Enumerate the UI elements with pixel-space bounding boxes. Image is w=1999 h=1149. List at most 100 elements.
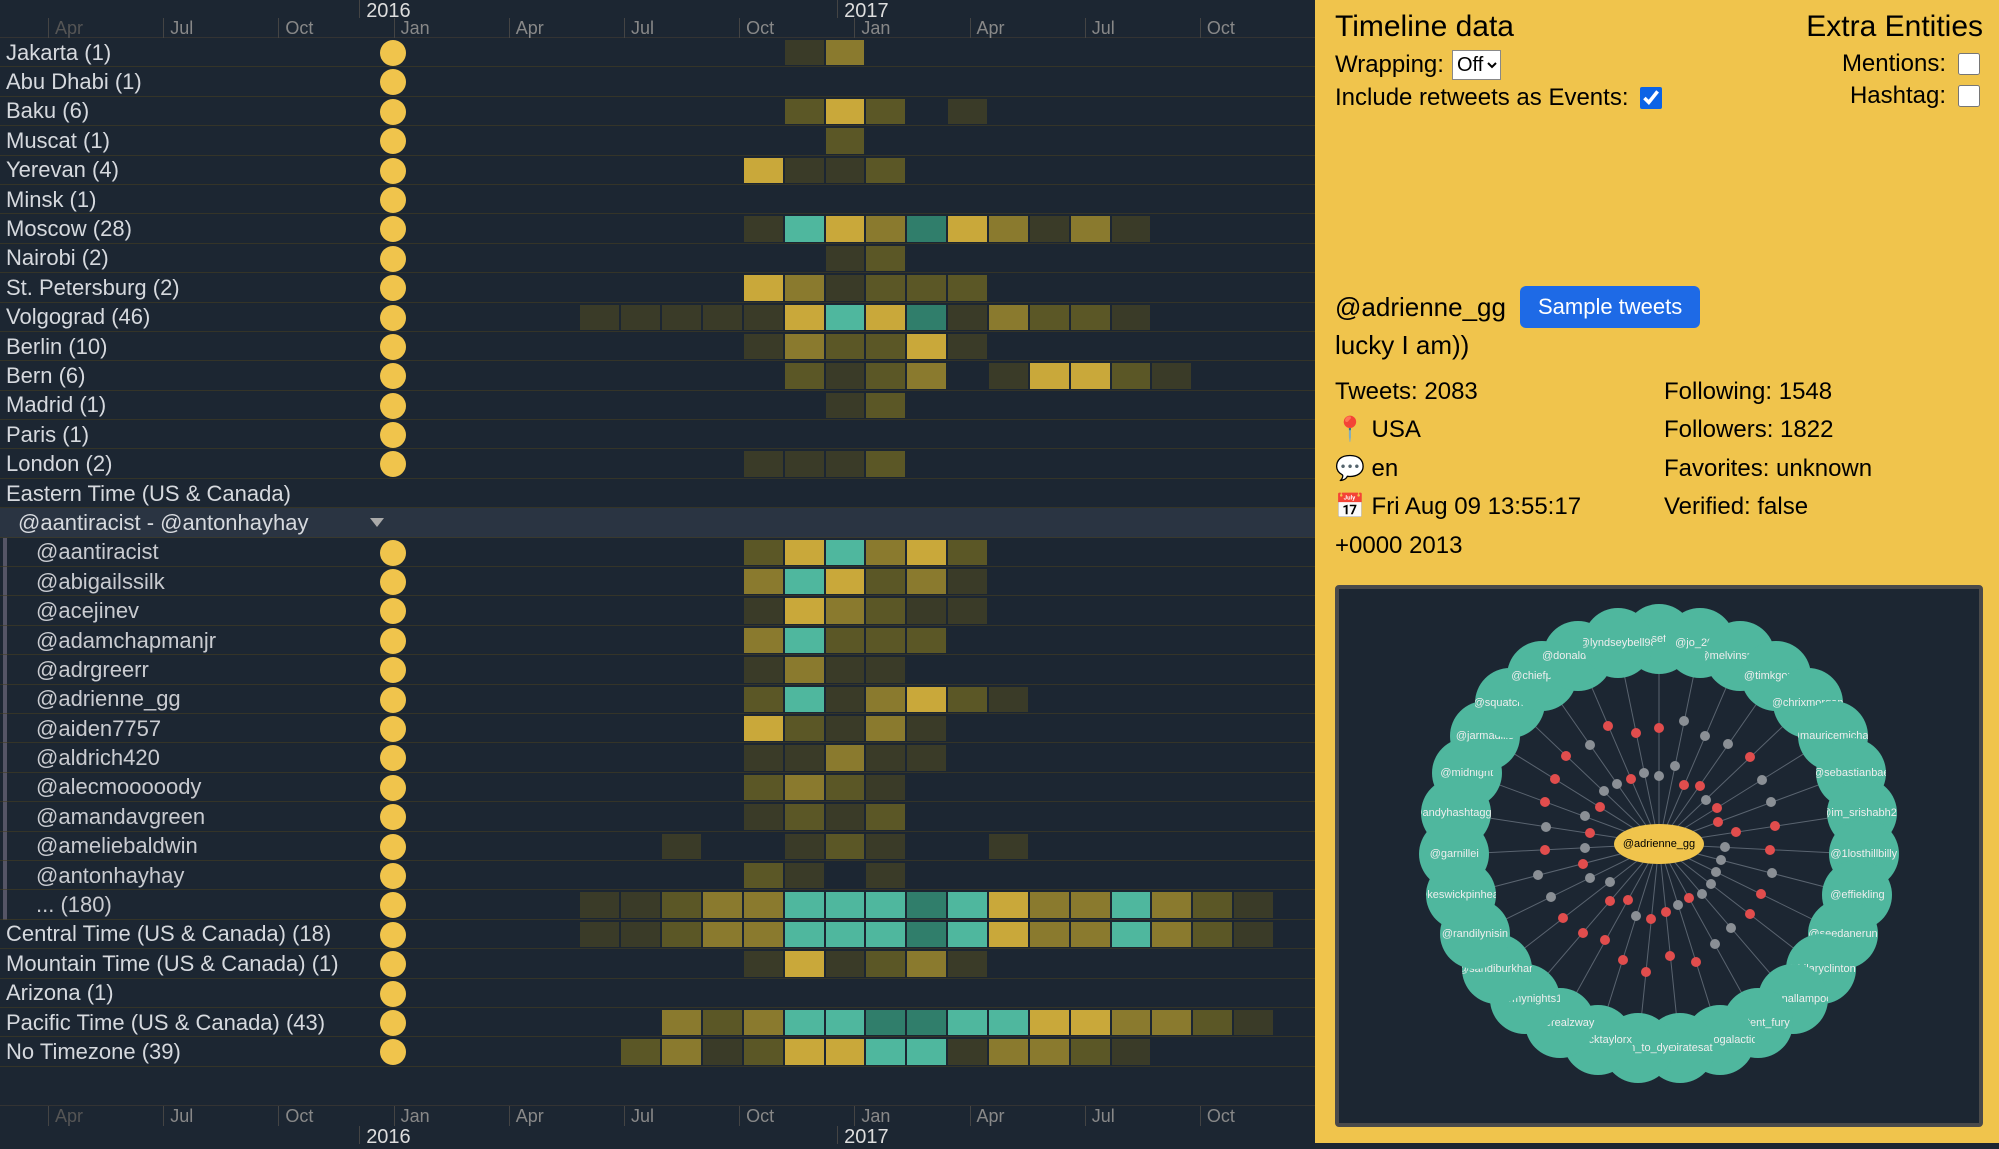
group-header[interactable]: @aantiracist - @antonhayhay — [0, 508, 1315, 537]
timeline-row[interactable]: Nairobi (2) — [0, 244, 1315, 273]
dot-icon — [380, 422, 406, 448]
inner-dot-icon — [1605, 877, 1615, 887]
timeline-row[interactable]: Mountain Time (US & Canada) (1) — [0, 949, 1315, 978]
dot-icon — [380, 863, 406, 889]
timeline-row[interactable]: @aantiracist — [0, 538, 1315, 567]
dot-icon — [380, 451, 406, 477]
timeline-rows[interactable]: Jakarta (1)Abu Dhabi (1)Baku (6)Muscat (… — [0, 38, 1315, 1105]
timeline-row[interactable]: Muscat (1) — [0, 126, 1315, 155]
month-tick: Apr — [970, 18, 1085, 38]
timeline-row[interactable]: Bern (6) — [0, 361, 1315, 390]
timeline-row[interactable]: @aldrich420 — [0, 743, 1315, 772]
timeline-row[interactable]: St. Petersburg (2) — [0, 273, 1315, 302]
timeline-row[interactable]: Berlin (10) — [0, 332, 1315, 361]
mentions-checkbox[interactable] — [1958, 53, 1980, 75]
inner-dot-icon — [1585, 740, 1595, 750]
timeline-row[interactable]: @acejinev — [0, 596, 1315, 625]
inner-dot-icon — [1561, 751, 1571, 761]
row-label: @adrgreerr — [0, 657, 380, 683]
inner-dot-icon — [1710, 939, 1720, 949]
dot-icon — [380, 598, 406, 624]
month-tick: Jul — [624, 1106, 739, 1126]
hashtag-checkbox[interactable] — [1958, 85, 1980, 107]
row-label: @ameliebaldwin — [0, 833, 380, 859]
dot-icon — [380, 305, 406, 331]
account-created: 📅 Fri Aug 09 13:55:17 +0000 2013 — [1335, 488, 1654, 565]
network-graph[interactable]: @adrienne_gg@tarasetmayer@jo_2000@melvin… — [1335, 585, 1983, 1127]
timeline-row[interactable]: Volgograd (46) — [0, 303, 1315, 332]
inner-dot-icon — [1706, 879, 1716, 889]
dot-icon — [380, 540, 406, 566]
timeline-row[interactable]: Minsk (1) — [0, 185, 1315, 214]
timeline-row[interactable]: @amandavgreen — [0, 802, 1315, 831]
timeline-row[interactable]: Madrid (1) — [0, 391, 1315, 420]
graph-center-node[interactable]: @adrienne_gg — [1614, 824, 1704, 864]
dot-icon — [380, 334, 406, 360]
inner-dot-icon — [1639, 768, 1649, 778]
inner-dot-icon — [1550, 774, 1560, 784]
dot-icon — [380, 804, 406, 830]
timeline-row[interactable]: London (2) — [0, 449, 1315, 478]
row-label: Berlin (10) — [0, 334, 380, 360]
timeline-row[interactable]: @antonhayhay — [0, 861, 1315, 890]
inner-dot-icon — [1661, 907, 1671, 917]
inner-dot-icon — [1731, 827, 1741, 837]
account-location: 📍 USA — [1335, 411, 1654, 449]
timeline-row[interactable]: Yerevan (4) — [0, 156, 1315, 185]
timeline-row[interactable]: Moscow (28) — [0, 214, 1315, 243]
inner-dot-icon — [1756, 889, 1766, 899]
inner-dot-icon — [1541, 822, 1551, 832]
timeline-row[interactable]: Paris (1) — [0, 420, 1315, 449]
month-tick: Jan — [854, 1106, 969, 1126]
retweets-checkbox[interactable] — [1640, 87, 1662, 109]
month-tick: Jul — [1085, 1106, 1200, 1126]
inner-dot-icon — [1673, 900, 1683, 910]
dot-icon — [380, 187, 406, 213]
timeline-row[interactable]: Pacific Time (US & Canada) (43) — [0, 1008, 1315, 1037]
timeline-row[interactable]: @adrgreerr — [0, 655, 1315, 684]
timeline-panel: 2016 2017 AprJulOctJanAprJulOctJanAprJul… — [0, 0, 1315, 1143]
timeline-row[interactable]: Eastern Time (US & Canada) — [0, 479, 1315, 508]
wrapping-select[interactable]: Off — [1452, 50, 1501, 80]
timeline-row[interactable]: ... (180) — [0, 890, 1315, 919]
timeline-row[interactable]: @ameliebaldwin — [0, 832, 1315, 861]
mentions-label: Mentions: — [1842, 50, 1946, 78]
timeline-row[interactable]: @abigailssilk — [0, 567, 1315, 596]
timeline-row[interactable]: Jakarta (1) — [0, 38, 1315, 67]
month-tick: Oct — [1200, 18, 1315, 38]
inner-dot-icon — [1578, 928, 1588, 938]
month-tick: Apr — [48, 18, 163, 38]
timeline-row[interactable]: Central Time (US & Canada) (18) — [0, 920, 1315, 949]
timeline-row[interactable]: No Timezone (39) — [0, 1037, 1315, 1066]
timeline-row[interactable]: Arizona (1) — [0, 979, 1315, 1008]
row-label: @amandavgreen — [0, 804, 380, 830]
inner-dot-icon — [1618, 955, 1628, 965]
row-label: @abigailssilk — [0, 569, 380, 595]
row-label: Abu Dhabi (1) — [0, 69, 380, 95]
dot-icon — [380, 393, 406, 419]
wrapping-control: Wrapping: Off — [1335, 50, 1665, 80]
inner-dot-icon — [1765, 845, 1775, 855]
timeline-row[interactable]: @alecmooooody — [0, 773, 1315, 802]
row-label: @aldrich420 — [0, 745, 380, 771]
timeline-row[interactable]: @adrienne_gg — [0, 685, 1315, 714]
year-label: 2017 — [837, 1126, 1315, 1144]
extra-entities-title: Extra Entities — [1806, 10, 1983, 44]
dot-icon — [380, 569, 406, 595]
timeline-row[interactable]: @adamchapmanjr — [0, 626, 1315, 655]
timeline-row[interactable]: @aiden7757 — [0, 714, 1315, 743]
inner-dot-icon — [1712, 803, 1722, 813]
inner-dot-icon — [1670, 761, 1680, 771]
inner-dot-icon — [1578, 859, 1588, 869]
timeline-row[interactable]: Baku (6) — [0, 97, 1315, 126]
timeline-row[interactable]: Abu Dhabi (1) — [0, 67, 1315, 96]
sample-tweets-button[interactable]: Sample tweets — [1520, 286, 1700, 328]
tweets-count: Tweets: 2083 — [1335, 373, 1654, 411]
graph-node[interactable]: @lyndseybell98 — [1583, 608, 1653, 678]
row-label: ... (180) — [0, 892, 380, 918]
month-tick: Apr — [48, 1106, 163, 1126]
month-tick: Apr — [970, 1106, 1085, 1126]
row-label: Mountain Time (US & Canada) (1) — [0, 951, 380, 977]
inner-dot-icon — [1701, 795, 1711, 805]
month-tick: Oct — [278, 1106, 393, 1126]
